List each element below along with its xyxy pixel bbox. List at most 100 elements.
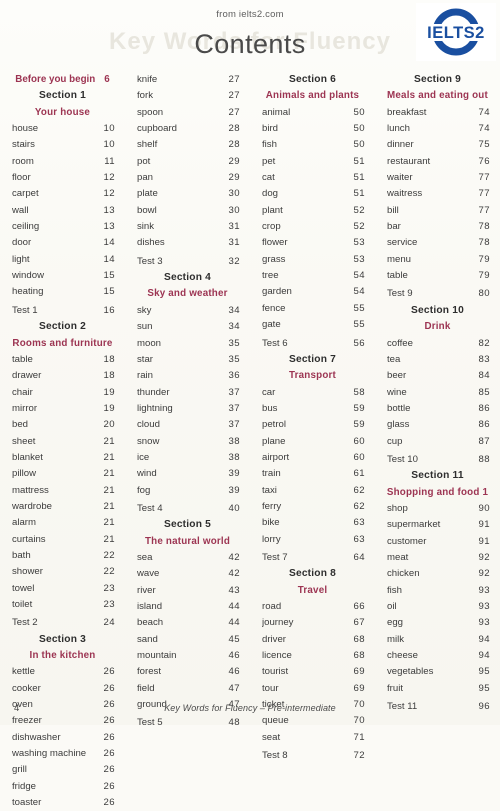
contents-entry[interactable]: Test 7 64	[254, 550, 371, 566]
contents-entry[interactable]: bird 50	[254, 121, 371, 137]
contents-entry[interactable]: train 61	[254, 466, 371, 482]
contents-entry[interactable]: driver 68	[254, 632, 371, 648]
contents-entry[interactable]: bowl 30	[129, 203, 246, 219]
contents-entry[interactable]: star 35	[129, 352, 246, 368]
contents-entry[interactable]: Test 3 32	[129, 254, 246, 270]
contents-entry[interactable]: tour 69	[254, 681, 371, 697]
contents-entry[interactable]: thunder 37	[129, 385, 246, 401]
contents-entry[interactable]: customer 91	[379, 534, 496, 550]
contents-entry[interactable]: grass 53	[254, 252, 371, 268]
contents-entry[interactable]: restaurant 76	[379, 154, 496, 170]
contents-entry[interactable]: table 18	[4, 352, 121, 368]
contents-entry[interactable]: dinner 75	[379, 137, 496, 153]
contents-entry[interactable]: coffee 82	[379, 336, 496, 352]
contents-entry[interactable]: window 15	[4, 268, 121, 284]
contents-entry[interactable]: Test 2 24	[4, 615, 121, 631]
contents-entry[interactable]: sand 45	[129, 632, 246, 648]
contents-entry[interactable]: fork 27	[129, 88, 246, 104]
contents-entry[interactable]: fridge 26	[4, 779, 121, 795]
contents-entry[interactable]: fruit 95	[379, 681, 496, 697]
contents-entry[interactable]: carpet 12	[4, 186, 121, 202]
contents-entry[interactable]: menu 79	[379, 252, 496, 268]
contents-entry[interactable]: mirror 19	[4, 401, 121, 417]
contents-entry[interactable]: grill 26	[4, 762, 121, 778]
contents-entry[interactable]: fence 55	[254, 301, 371, 317]
contents-entry[interactable]: room 11	[4, 154, 121, 170]
contents-entry[interactable]: kettle 26	[4, 664, 121, 680]
contents-entry[interactable]: bottle 86	[379, 401, 496, 417]
contents-entry[interactable]: table 79	[379, 268, 496, 284]
contents-entry[interactable]: sea 42	[129, 550, 246, 566]
contents-entry[interactable]: ceiling 13	[4, 219, 121, 235]
contents-entry[interactable]: fog 39	[129, 483, 246, 499]
contents-entry[interactable]: cup 87	[379, 434, 496, 450]
contents-entry[interactable]: cupboard 28	[129, 121, 246, 137]
contents-entry[interactable]: sky 34	[129, 303, 246, 319]
contents-entry[interactable]: knife 27	[129, 72, 246, 88]
contents-entry[interactable]: cat 51	[254, 170, 371, 186]
contents-entry[interactable]: floor 12	[4, 170, 121, 186]
contents-entry[interactable]: dog 51	[254, 186, 371, 202]
ielts2-logo[interactable]: IELTS2	[416, 3, 496, 61]
contents-entry[interactable]: heating 15	[4, 284, 121, 300]
contents-entry[interactable]: rain 36	[129, 368, 246, 384]
contents-entry[interactable]: bath 22	[4, 548, 121, 564]
contents-entry[interactable]: car 58	[254, 385, 371, 401]
contents-entry[interactable]: plate 30	[129, 186, 246, 202]
contents-entry[interactable]: bill 77	[379, 203, 496, 219]
contents-entry[interactable]: island 44	[129, 599, 246, 615]
contents-entry[interactable]: breakfast 74	[379, 105, 496, 121]
contents-entry[interactable]: plant 52	[254, 203, 371, 219]
contents-entry[interactable]: waitress 77	[379, 186, 496, 202]
contents-entry[interactable]: door 14	[4, 235, 121, 251]
contents-entry[interactable]: Test 1 16	[4, 303, 121, 319]
contents-entry[interactable]: vegetables 95	[379, 664, 496, 680]
contents-entry[interactable]: service 78	[379, 235, 496, 251]
contents-entry[interactable]: sheet 21	[4, 434, 121, 450]
contents-entry[interactable]: wind 39	[129, 466, 246, 482]
contents-entry[interactable]: garden 54	[254, 284, 371, 300]
contents-entry[interactable]: tea 83	[379, 352, 496, 368]
contents-entry[interactable]: seat 71	[254, 730, 371, 746]
contents-entry[interactable]: lorry 63	[254, 532, 371, 548]
contents-entry[interactable]: tree 54	[254, 268, 371, 284]
contents-entry[interactable]: oil 93	[379, 599, 496, 615]
contents-entry[interactable]: light 14	[4, 252, 121, 268]
contents-entry[interactable]: ferry 62	[254, 499, 371, 515]
contents-entry[interactable]: ice 38	[129, 450, 246, 466]
contents-entry[interactable]: petrol 59	[254, 417, 371, 433]
contents-entry[interactable]: waiter 77	[379, 170, 496, 186]
contents-entry[interactable]: shelf 28	[129, 137, 246, 153]
contents-entry[interactable]: forest 46	[129, 664, 246, 680]
contents-entry[interactable]: lunch 74	[379, 121, 496, 137]
contents-entry[interactable]: shower 22	[4, 564, 121, 580]
contents-entry[interactable]: egg 93	[379, 615, 496, 631]
contents-entry[interactable]: towel 23	[4, 581, 121, 597]
contents-entry[interactable]: curtains 21	[4, 532, 121, 548]
contents-entry[interactable]: beach 44	[129, 615, 246, 631]
contents-entry[interactable]: sink 31	[129, 219, 246, 235]
contents-entry[interactable]: pot 29	[129, 154, 246, 170]
contents-entry[interactable]: dishes 31	[129, 235, 246, 251]
contents-entry[interactable]: beer 84	[379, 368, 496, 384]
contents-entry[interactable]: washing machine 26	[4, 746, 121, 762]
contents-entry[interactable]: wine 85	[379, 385, 496, 401]
contents-entry[interactable]: moon 35	[129, 336, 246, 352]
contents-entry[interactable]: crop 52	[254, 219, 371, 235]
contents-entry[interactable]: alarm 21	[4, 515, 121, 531]
before-you-begin-entry[interactable]: Before you begin 6	[4, 72, 121, 88]
contents-entry[interactable]: Test 10 88	[379, 452, 496, 468]
contents-entry[interactable]: chair 19	[4, 385, 121, 401]
contents-entry[interactable]: spoon 27	[129, 105, 246, 121]
contents-entry[interactable]: bike 63	[254, 515, 371, 531]
contents-entry[interactable]: stairs 10	[4, 137, 121, 153]
contents-entry[interactable]: cheese 94	[379, 648, 496, 664]
contents-entry[interactable]: tourist 69	[254, 664, 371, 680]
contents-entry[interactable]: Test 9 80	[379, 286, 496, 302]
contents-entry[interactable]: drawer 18	[4, 368, 121, 384]
contents-entry[interactable]: fish 50	[254, 137, 371, 153]
contents-entry[interactable]: Test 4 40	[129, 501, 246, 517]
contents-entry[interactable]: pet 51	[254, 154, 371, 170]
contents-entry[interactable]: pan 29	[129, 170, 246, 186]
contents-entry[interactable]: sun 34	[129, 319, 246, 335]
